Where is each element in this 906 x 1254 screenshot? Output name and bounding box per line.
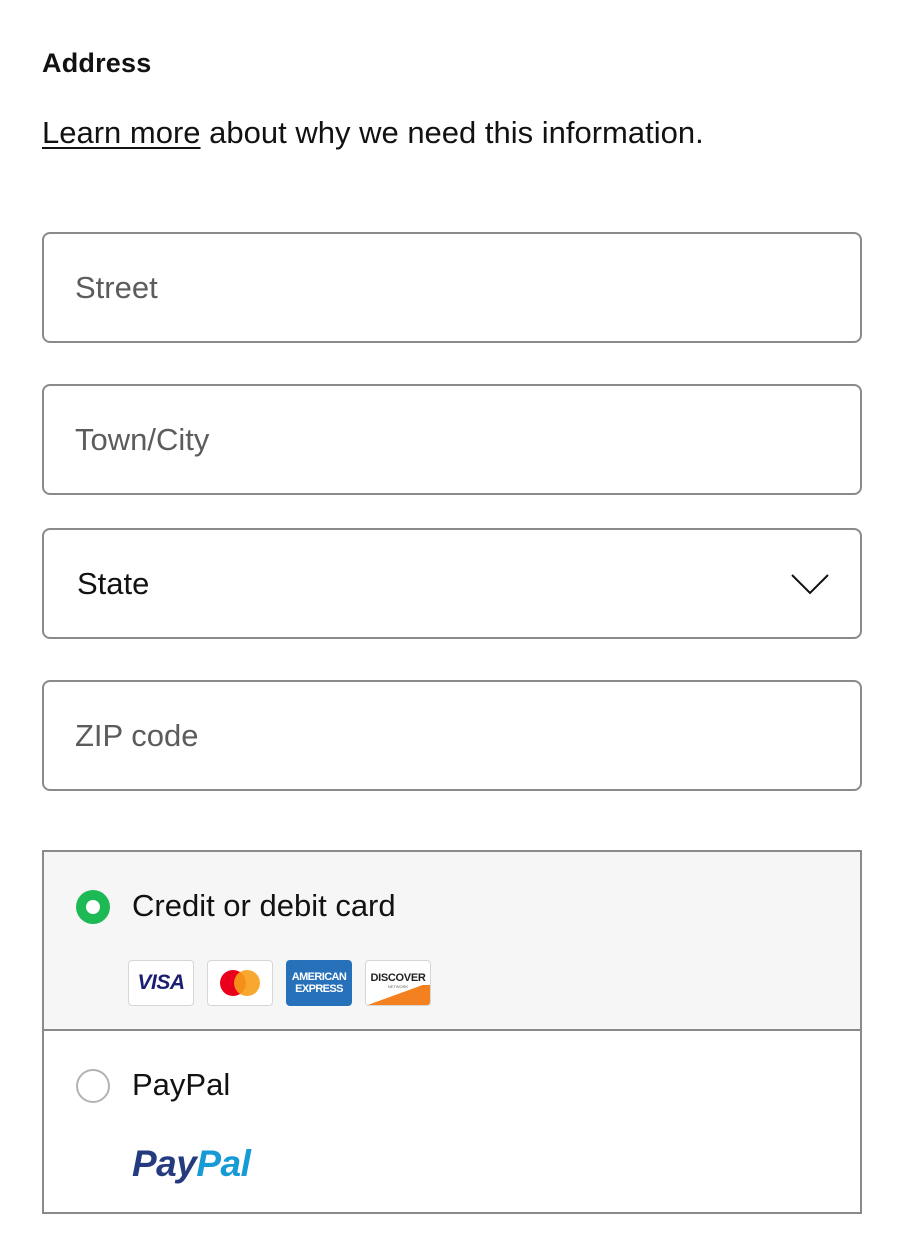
- city-input[interactable]: [75, 386, 860, 493]
- paypal-logo-part2: Pal: [196, 1143, 251, 1184]
- paypal-logo: PayPal: [132, 1143, 251, 1185]
- amex-logo: AMERICAN EXPRESS: [286, 960, 352, 1006]
- learn-more-link[interactable]: Learn more: [42, 115, 201, 150]
- amex-logo-line2: EXPRESS: [295, 983, 343, 995]
- amex-logo-line1: AMERICAN: [291, 971, 347, 983]
- address-payment-form: Address Learn more about why we need thi…: [0, 0, 906, 1254]
- card-option-label: Credit or debit card: [132, 888, 396, 923]
- zip-field[interactable]: [42, 680, 862, 791]
- address-heading: Address: [42, 48, 152, 78]
- chevron-down-icon: [791, 573, 829, 594]
- info-suffix: about why we need this information.: [200, 115, 704, 150]
- discover-logo-text: DISCOVER: [370, 972, 426, 984]
- discover-logo: DISCOVER NETWORK: [365, 960, 431, 1006]
- zip-input[interactable]: [75, 682, 860, 789]
- info-text: Learn more about why we need this inform…: [42, 115, 704, 151]
- mastercard-circles: [220, 970, 260, 996]
- payment-option-card[interactable]: Credit or debit card VISA AMERICAN EXPRE…: [44, 852, 860, 1031]
- paypal-logo-part1: Pay: [132, 1143, 197, 1184]
- state-select-value: State: [77, 565, 150, 601]
- payment-method-group: Credit or debit card VISA AMERICAN EXPRE…: [42, 850, 862, 1214]
- state-select[interactable]: State: [42, 528, 862, 639]
- paypal-option-label: PayPal: [132, 1067, 231, 1102]
- street-field[interactable]: [42, 232, 862, 343]
- mastercard-logo: [207, 960, 273, 1006]
- visa-logo-text: VISA: [137, 971, 185, 994]
- visa-logo: VISA: [128, 960, 194, 1006]
- street-input[interactable]: [75, 234, 860, 341]
- paypal-radio-unselected[interactable]: [76, 1069, 110, 1103]
- card-logos: VISA AMERICAN EXPRESS DISCOVER NETWORK: [128, 960, 431, 1006]
- card-radio-selected[interactable]: [76, 890, 110, 924]
- city-field[interactable]: [42, 384, 862, 495]
- payment-option-paypal[interactable]: PayPal PayPal: [44, 1031, 860, 1212]
